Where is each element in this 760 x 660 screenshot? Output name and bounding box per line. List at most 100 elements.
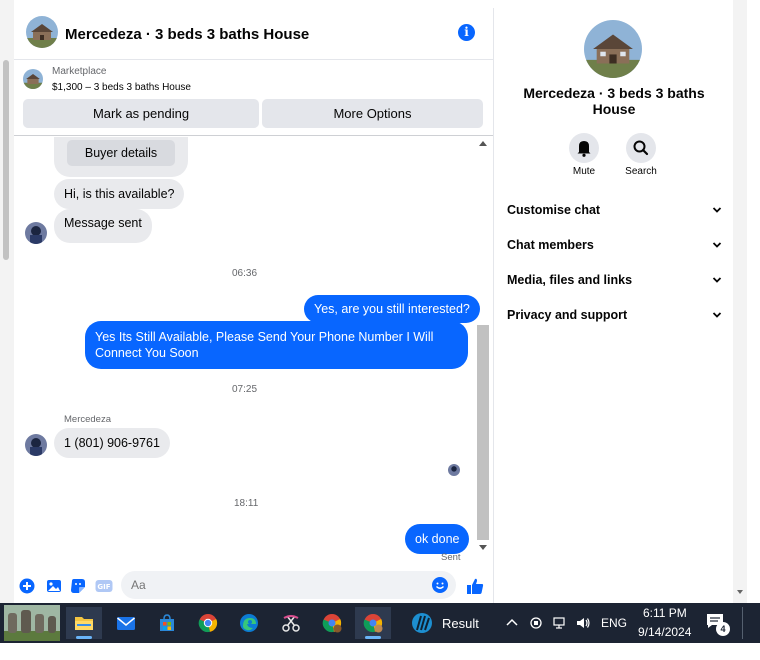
message-bubble-outgoing[interactable]: Yes, are you still interested? bbox=[304, 295, 480, 323]
scroll-up-arrow-icon[interactable] bbox=[479, 141, 487, 146]
gif-icon[interactable]: GIF bbox=[95, 578, 113, 594]
language-indicator[interactable]: ENG bbox=[601, 616, 627, 630]
message-timestamp: 07:25 bbox=[232, 384, 258, 395]
marketplace-listing-bar: Marketplace $1,300 – 3 beds 3 baths Hous… bbox=[14, 60, 493, 136]
edge-icon bbox=[240, 614, 258, 632]
chevron-down-icon bbox=[712, 242, 722, 248]
mute-button[interactable] bbox=[569, 133, 599, 163]
message-list[interactable]: Buyer details Hi, is this available? Mes… bbox=[14, 137, 493, 567]
result-app-label: Result bbox=[442, 616, 479, 631]
section-customise-chat[interactable]: Customise chat bbox=[507, 197, 722, 223]
page-scroll-thumb[interactable] bbox=[3, 60, 9, 260]
contact-avatar[interactable] bbox=[25, 222, 47, 244]
svg-text:GIF: GIF bbox=[97, 583, 110, 591]
info-icon[interactable]: i bbox=[458, 24, 475, 41]
chrome-profile-button[interactable] bbox=[314, 607, 350, 639]
folder-icon bbox=[75, 617, 93, 630]
notification-count-badge: 4 bbox=[716, 622, 730, 636]
show-desktop-strip[interactable] bbox=[742, 607, 745, 639]
message-timestamp: 06:36 bbox=[232, 268, 258, 279]
conversation-title[interactable]: Mercedeza · 3 beds 3 baths House bbox=[65, 26, 309, 43]
emoji-icon[interactable] bbox=[432, 577, 448, 593]
image-icon[interactable] bbox=[46, 578, 62, 594]
chat-info-panel: Mercedeza · 3 beds 3 baths House Mute Se… bbox=[493, 8, 733, 603]
conversation-avatar[interactable] bbox=[26, 16, 58, 48]
message-composer: GIF bbox=[14, 567, 493, 603]
bell-icon bbox=[577, 141, 591, 157]
store-button[interactable] bbox=[149, 607, 185, 639]
listing-thumbnail[interactable] bbox=[23, 69, 43, 89]
cricket-app-icon bbox=[412, 613, 432, 633]
chrome-icon bbox=[363, 614, 383, 633]
store-icon bbox=[160, 614, 174, 631]
clock-date[interactable]: 9/14/2024 bbox=[638, 625, 691, 639]
seen-avatar bbox=[448, 464, 460, 476]
contact-avatar[interactable] bbox=[25, 434, 47, 456]
thumbs-up-icon[interactable] bbox=[466, 577, 484, 595]
chevron-down-icon bbox=[712, 207, 722, 213]
network-icon[interactable] bbox=[553, 616, 567, 630]
chevron-down-icon bbox=[712, 277, 722, 283]
mute-label: Mute bbox=[572, 166, 596, 177]
volume-icon[interactable] bbox=[576, 616, 590, 630]
message-input[interactable] bbox=[121, 571, 411, 599]
message-bubble-incoming[interactable]: Hi, is this available? bbox=[54, 179, 185, 209]
section-media-files-links[interactable]: Media, files and links bbox=[507, 267, 722, 293]
chat-name: Mercedeza · 3 beds 3 baths House bbox=[523, 85, 705, 117]
section-label: Chat members bbox=[507, 238, 594, 252]
result-app-button[interactable]: Result bbox=[405, 607, 495, 639]
scroll-down-arrow-icon[interactable] bbox=[479, 545, 487, 550]
notifications-button[interactable]: 4 bbox=[706, 613, 732, 636]
chrome-icon bbox=[198, 614, 218, 633]
search-button[interactable] bbox=[626, 133, 656, 163]
sticker-icon[interactable] bbox=[70, 578, 86, 594]
section-label: Media, files and links bbox=[507, 273, 633, 287]
mail-button[interactable] bbox=[108, 607, 144, 639]
message-scrollbar[interactable] bbox=[475, 137, 491, 555]
chevron-down-icon bbox=[712, 312, 722, 318]
section-label: Customise chat bbox=[507, 203, 601, 217]
edge-button[interactable] bbox=[231, 607, 267, 639]
message-bubble-incoming[interactable]: Message sent bbox=[54, 209, 152, 243]
file-explorer-button[interactable] bbox=[66, 607, 102, 639]
message-bubble-incoming[interactable]: 1 (801) 906-9761 bbox=[54, 428, 170, 458]
moai-statues-icon bbox=[4, 605, 60, 641]
message-bubble-outgoing[interactable]: Yes Its Still Available, Please Send You… bbox=[85, 321, 468, 369]
chevron-up-icon[interactable] bbox=[505, 616, 519, 630]
buyer-details-button[interactable]: Buyer details bbox=[67, 140, 175, 166]
mail-icon bbox=[117, 617, 135, 630]
widgets-button[interactable] bbox=[4, 605, 60, 641]
mark-as-pending-button[interactable]: Mark as pending bbox=[23, 99, 259, 128]
chrome-icon bbox=[322, 614, 342, 633]
more-options-button[interactable]: More Options bbox=[262, 99, 483, 128]
conversation-panel: Mercedeza · 3 beds 3 baths House i Marke… bbox=[14, 8, 493, 603]
message-input-container bbox=[121, 571, 456, 599]
chrome-active-button[interactable] bbox=[355, 607, 391, 639]
snipping-tool-button[interactable] bbox=[273, 607, 309, 639]
chrome-button[interactable] bbox=[190, 607, 226, 639]
plus-icon[interactable] bbox=[19, 578, 35, 594]
screen-bottom-edge bbox=[0, 643, 760, 660]
sent-status: Sent bbox=[441, 552, 461, 563]
search-label: Search bbox=[625, 166, 657, 177]
onedrive-icon[interactable] bbox=[529, 616, 543, 630]
screen: Mercedeza · 3 beds 3 baths House i Marke… bbox=[0, 0, 760, 660]
marketplace-label: Marketplace bbox=[52, 66, 107, 77]
search-icon bbox=[633, 140, 649, 156]
listing-price[interactable]: $1,300 – 3 beds 3 baths House bbox=[52, 82, 191, 93]
conversation-header: Mercedeza · 3 beds 3 baths House i bbox=[14, 8, 493, 60]
page-scrollbar[interactable] bbox=[0, 0, 14, 603]
message-timestamp: 18:11 bbox=[234, 498, 259, 509]
clock-time[interactable]: 6:11 PM bbox=[643, 606, 687, 620]
scissors-icon bbox=[282, 615, 300, 632]
sender-name: Mercedeza bbox=[64, 414, 111, 425]
scroll-down-arrow-icon[interactable] bbox=[737, 590, 743, 594]
section-chat-members[interactable]: Chat members bbox=[507, 232, 722, 258]
message-bubble-outgoing[interactable]: ok done bbox=[405, 524, 470, 554]
browser-scrollbar[interactable] bbox=[733, 0, 747, 603]
chat-avatar-large[interactable] bbox=[584, 20, 642, 78]
window-edge bbox=[747, 0, 760, 603]
section-privacy-support[interactable]: Privacy and support bbox=[507, 302, 722, 328]
message-scroll-thumb[interactable] bbox=[477, 325, 489, 540]
section-label: Privacy and support bbox=[507, 308, 628, 322]
